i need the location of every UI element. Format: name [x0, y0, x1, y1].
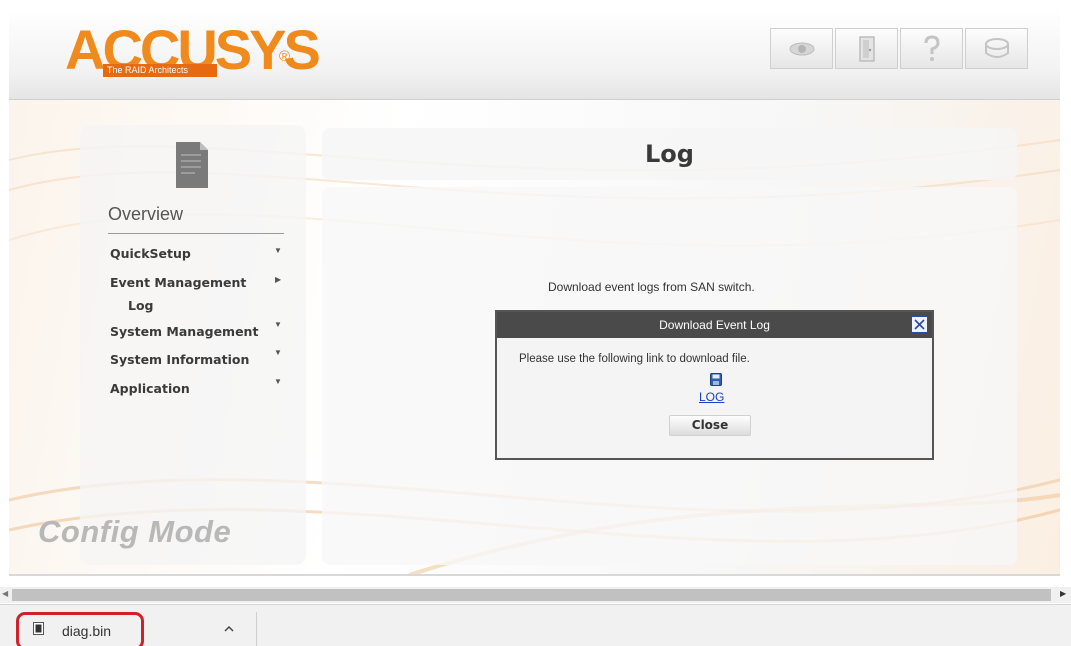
app-header: ACCUSYS ® The RAID Architects [9, 8, 1060, 100]
mode-label: Config Mode [38, 514, 232, 549]
sidebar-item-system-information[interactable]: System Information [110, 352, 249, 367]
close-icon [914, 319, 925, 330]
download-bar-separator [256, 612, 257, 646]
storage-button[interactable] [965, 28, 1028, 69]
content-divider [9, 574, 1060, 576]
sidebar-item-log[interactable]: Log [128, 298, 154, 313]
chevron-down-icon: ▼ [274, 377, 282, 386]
chevron-down-icon: ▼ [274, 246, 282, 255]
eye-icon [789, 42, 814, 55]
accusys-logo: ACCUSYS ® The RAID Architects [65, 22, 321, 82]
scroll-right-icon[interactable]: ▶ [1060, 589, 1066, 598]
chevron-down-icon: ▼ [274, 348, 282, 357]
dialog-close-x-button[interactable] [911, 316, 928, 333]
scroll-left-icon[interactable]: ◀ [2, 589, 8, 598]
download-event-log-dialog: Download Event Log Please use the follow… [495, 310, 934, 460]
sidebar-heading-divider [108, 233, 284, 234]
help-icon [924, 34, 940, 61]
chevron-up-icon[interactable] [222, 622, 236, 636]
highlight-annotation [16, 612, 144, 646]
horizontal-scrollbar[interactable]: ◀ ▶ [0, 587, 1071, 603]
sidebar-item-system-management[interactable]: System Management [110, 324, 258, 339]
sidebar-panel [80, 125, 306, 565]
door-icon [858, 35, 875, 62]
log-download-link[interactable]: LOG [699, 390, 724, 404]
page-description: Download event logs from SAN switch. [548, 280, 755, 294]
dialog-message: Please use the following link to downloa… [519, 353, 750, 365]
dialog-title: Download Event Log [659, 318, 770, 332]
close-button[interactable]: Close [669, 415, 751, 436]
sidebar-item-application[interactable]: Application [110, 381, 190, 396]
header-toolbar [770, 28, 1028, 69]
view-button[interactable] [770, 28, 833, 69]
sidebar-heading: Overview [108, 204, 184, 224]
chevron-down-icon: ▼ [274, 320, 282, 329]
page-title: Log [645, 140, 694, 168]
chevron-right-icon: ▶ [275, 275, 282, 284]
sidebar-item-quicksetup[interactable]: QuickSetup [110, 246, 191, 261]
registered-mark: ® [279, 48, 291, 65]
sidebar-item-event-management[interactable]: Event Management [110, 275, 246, 290]
scrollbar-thumb[interactable] [12, 589, 1051, 601]
logo-tagline: The RAID Architects [103, 64, 217, 77]
document-icon [176, 142, 208, 188]
logout-button[interactable] [835, 28, 898, 69]
floppy-disk-icon [710, 373, 722, 386]
disk-icon [984, 37, 1009, 58]
help-button[interactable] [900, 28, 963, 69]
